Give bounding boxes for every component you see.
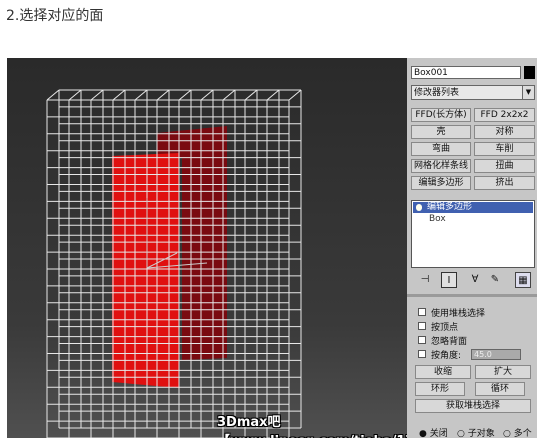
stack-item-label: 编辑多边形 (427, 202, 473, 212)
make-unique-icon[interactable]: ∀ (467, 272, 483, 288)
radio-off[interactable]: ● 关闭 (419, 426, 448, 439)
shrink-button[interactable]: 收缩 (415, 365, 471, 379)
modifier-stack[interactable]: 编辑多边形 Box (411, 200, 535, 268)
radio-multiple[interactable]: ○ 多个 (503, 426, 532, 439)
show-end-result-icon[interactable]: I (441, 272, 457, 288)
watermark-text: 3Dmax吧 【www.linecg.com/tieba/1771】 (217, 415, 407, 438)
edit-poly-button[interactable]: 编辑多边形 (411, 176, 471, 190)
by-vertex-label: 按顶点 (431, 323, 459, 333)
ffd-box-button[interactable]: FFD(长方体) (411, 108, 471, 122)
ffd-2x2x2-button[interactable]: FFD 2x2x2 (474, 108, 535, 122)
grow-button[interactable]: 扩大 (475, 365, 531, 379)
ignore-backfacing-label: 忽略背面 (431, 337, 468, 347)
remove-modifier-icon[interactable]: ✎ (487, 272, 503, 288)
object-name-field[interactable]: Box001 (411, 66, 521, 79)
pin-icon[interactable]: ⊣ (417, 272, 433, 288)
spline-mesh-button[interactable]: 网格化样条线 (411, 159, 471, 173)
wireframe-box (46, 89, 302, 438)
ignore-backfacing-checkbox[interactable] (418, 336, 426, 344)
by-vertex-checkbox[interactable] (418, 322, 426, 330)
lightbulb-icon[interactable] (416, 204, 422, 211)
stack-toolbar: ⊣ I ∀ ✎ ▦ (411, 270, 535, 290)
twist-button[interactable]: 扭曲 (474, 159, 535, 173)
perspective-viewport[interactable]: 3Dmax吧 【www.linecg.com/tieba/1771】 (7, 58, 407, 438)
stack-item-edit-poly[interactable]: 编辑多边形 (413, 202, 533, 213)
by-angle-checkbox[interactable] (418, 350, 426, 358)
object-color-swatch[interactable] (524, 66, 535, 79)
chevron-down-icon: ▼ (522, 86, 534, 99)
ring-button[interactable]: 环形 (415, 382, 465, 396)
bend-button[interactable]: 弯曲 (411, 142, 471, 156)
modify-panel: Box001 修改器列表 ▼ FFD(长方体) FFD 2x2x2 壳 对称 弯… (407, 58, 537, 439)
configure-icon[interactable]: ▦ (515, 272, 531, 288)
symmetry-button[interactable]: 对称 (474, 125, 535, 139)
step-caption: 2.选择对应的面 (6, 8, 104, 24)
shell-button[interactable]: 壳 (411, 125, 471, 139)
use-stack-label: 使用堆栈选择 (431, 309, 486, 319)
lathe-button[interactable]: 车削 (474, 142, 535, 156)
by-angle-label: 按角度: (431, 351, 462, 361)
modifier-list-label: 修改器列表 (414, 88, 460, 98)
get-stack-selection-button[interactable]: 获取堆栈选择 (415, 399, 531, 413)
extrude-button[interactable]: 挤出 (474, 176, 535, 190)
radio-subobject[interactable]: ○ 子对象 (457, 426, 495, 439)
angle-spinner[interactable]: 45.0 (471, 349, 521, 360)
modifier-list-dropdown[interactable]: 修改器列表 ▼ (411, 85, 535, 100)
rollout-divider (407, 294, 537, 297)
use-stack-checkbox[interactable] (418, 308, 426, 316)
stack-item-box[interactable]: Box (413, 214, 533, 225)
loop-button[interactable]: 循环 (475, 382, 525, 396)
